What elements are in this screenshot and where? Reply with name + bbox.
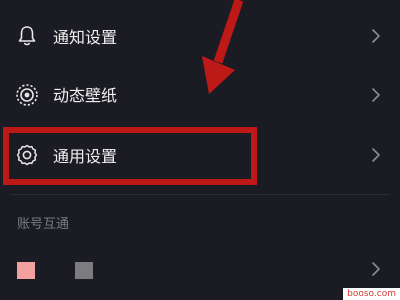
divider xyxy=(10,194,390,195)
settings-item-general[interactable]: 通用设置 xyxy=(0,127,400,183)
watermark: booso.com xyxy=(343,288,400,300)
settings-item-live-wallpaper[interactable]: 动态壁纸 xyxy=(0,67,400,123)
linked-accounts-row[interactable] xyxy=(0,242,400,298)
bell-icon xyxy=(14,23,40,49)
settings-item-label: 通用设置 xyxy=(53,147,118,166)
account-gray-icon[interactable] xyxy=(75,262,93,279)
account-pink-icon[interactable] xyxy=(17,262,35,279)
chevron-right-icon xyxy=(369,87,383,103)
chevron-right-icon xyxy=(369,147,383,163)
settings-item-label: 通知设置 xyxy=(53,28,118,47)
chevron-right-icon xyxy=(369,261,383,277)
section-title-linked-accounts: 账号互通 xyxy=(17,217,70,232)
gear-icon xyxy=(14,142,40,168)
wallpaper-icon xyxy=(14,82,40,108)
settings-item-notifications[interactable]: 通知设置 xyxy=(0,8,400,64)
chevron-right-icon xyxy=(369,28,383,44)
settings-item-label: 动态壁纸 xyxy=(53,86,118,105)
